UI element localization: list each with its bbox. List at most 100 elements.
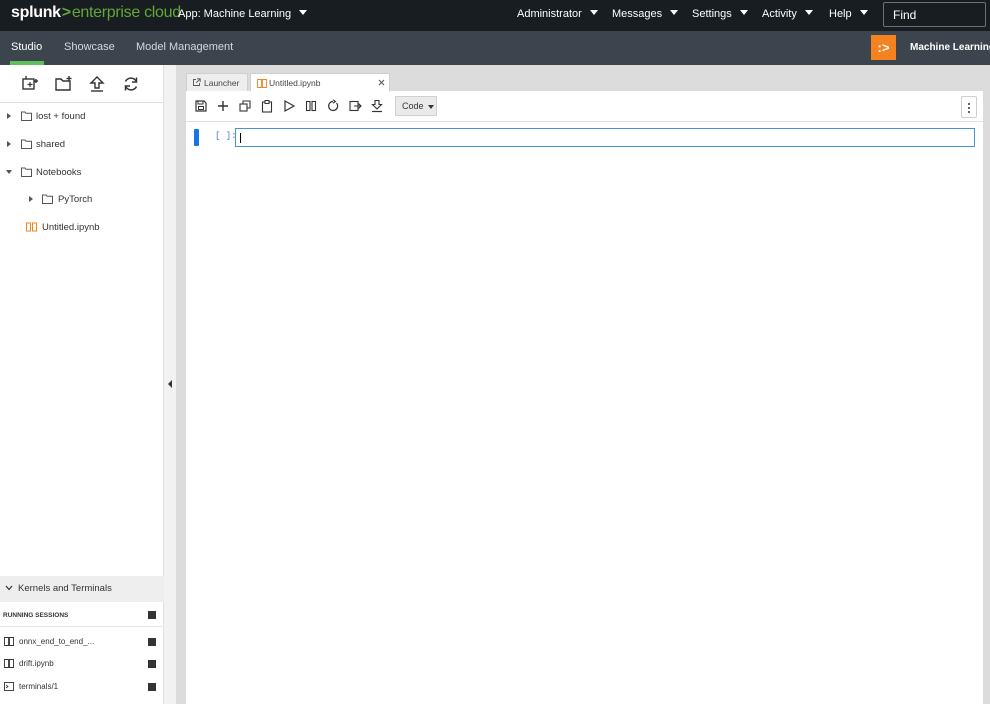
folder-icon (42, 194, 53, 204)
notebook-icon (4, 659, 14, 668)
new-launcher-icon[interactable] (20, 74, 40, 94)
tab-label: Untitled.ipynb (269, 78, 321, 88)
tab-launcher[interactable]: Launcher (186, 73, 248, 91)
interrupt-icon[interactable] (304, 99, 318, 113)
nav-settings-label: Settings (692, 8, 732, 20)
chevron-down-icon[interactable] (6, 170, 12, 174)
tab-untitled-notebook[interactable]: Untitled.ipynb (250, 73, 390, 92)
tree-item-untitled-notebook[interactable]: Untitled.ipynb (0, 218, 164, 238)
chevron-right-icon[interactable] (29, 196, 33, 202)
folder-icon (21, 111, 32, 121)
chevron-down-icon (804, 10, 813, 15)
tree-item-label: Untitled.ipynb (42, 222, 100, 233)
app-bar: Studio Showcase Model Management :> Mach… (0, 31, 990, 65)
tab-studio[interactable]: Studio (11, 41, 42, 53)
refresh-icon[interactable] (121, 74, 141, 94)
brand-part1: splunk (11, 4, 61, 21)
file-browser-panel: lost + found shared Notebooks PyTorch Un… (0, 65, 164, 704)
tree-item-label: shared (36, 139, 66, 150)
collapse-sidebar-icon[interactable] (168, 380, 172, 388)
kebab-dot (968, 111, 970, 113)
nav-activity-label: Activity (762, 8, 797, 20)
chevron-down-icon (670, 10, 679, 15)
chevron-down-icon (299, 10, 308, 15)
session-item[interactable]: terminals/1 (0, 676, 164, 698)
restart-icon[interactable] (326, 99, 340, 113)
session-item[interactable]: onnx_end_to_end_... (0, 631, 164, 653)
chevron-down-icon (428, 105, 434, 109)
kernels-terminals-header[interactable]: Kernels and Terminals (0, 576, 164, 602)
shutdown-all-icon[interactable] (148, 611, 156, 619)
top-navigation-bar: splunk>enterprise cloud App: Machine Lea… (0, 0, 990, 31)
close-icon[interactable] (378, 79, 385, 86)
code-cell-editor[interactable] (235, 128, 975, 147)
notebook-toolbar: Code (186, 91, 983, 122)
copy-icon[interactable] (260, 99, 274, 113)
text-cursor (240, 133, 241, 143)
chevron-down-icon (859, 10, 868, 15)
kernels-terminals-title: Kernels and Terminals (18, 583, 112, 594)
brand-part2: enterprise cloud (71, 4, 181, 21)
app-menu[interactable]: App: Machine Learning (178, 8, 308, 20)
cell-type-label: Code (402, 101, 424, 111)
divider (0, 626, 164, 627)
chevron-right-icon[interactable] (7, 113, 11, 119)
running-sessions-title: RUNNING SESSIONS (3, 612, 69, 619)
active-cell-marker[interactable] (194, 129, 199, 146)
folder-icon (21, 139, 32, 149)
more-options-button[interactable] (961, 96, 977, 118)
tree-item-label: PyTorch (58, 194, 93, 205)
download-icon[interactable] (370, 99, 384, 113)
tree-item-label: lost + found (36, 111, 86, 122)
splunk-logo[interactable]: splunk>enterprise cloud (11, 4, 181, 22)
file-browser-toolbar (0, 65, 164, 103)
sidebar-splitter[interactable] (164, 65, 176, 704)
nav-administrator[interactable]: Administrator (517, 8, 598, 20)
folder-icon (21, 167, 32, 177)
session-label: terminals/1 (19, 682, 59, 691)
session-label: drift.ipynb (19, 659, 54, 668)
kebab-dot (968, 107, 970, 109)
tree-item-label: Notebooks (36, 167, 82, 178)
chevron-down-icon (739, 10, 748, 15)
search-input[interactable] (883, 2, 986, 27)
new-folder-icon[interactable] (54, 74, 74, 94)
brand-separator: > (61, 4, 71, 21)
save-icon[interactable] (194, 99, 208, 113)
nav-messages[interactable]: Messages (612, 8, 679, 20)
chevron-right-icon[interactable] (7, 141, 11, 147)
tree-item-shared[interactable]: shared (0, 135, 164, 155)
terminal-icon (4, 682, 14, 691)
running-sessions-row: RUNNING SESSIONS (0, 604, 164, 626)
cut-icon[interactable] (238, 99, 252, 113)
app-menu-label: App: Machine Learning (178, 8, 292, 20)
document-tab-bar: Launcher Untitled.ipynb (176, 65, 990, 92)
restart-run-all-icon[interactable] (348, 99, 362, 113)
shutdown-session-icon[interactable] (148, 660, 156, 668)
tree-item-pytorch[interactable]: PyTorch (0, 190, 164, 210)
nav-activity[interactable]: Activity (762, 8, 813, 20)
notebook-icon (257, 79, 267, 88)
nav-settings[interactable]: Settings (692, 8, 748, 20)
nav-help[interactable]: Help (829, 8, 868, 20)
launcher-icon (193, 78, 201, 86)
tree-item-lost-found[interactable]: lost + found (0, 107, 164, 127)
run-icon[interactable] (282, 99, 296, 113)
notebook-icon (4, 637, 14, 646)
app-title: Machine Learning (910, 42, 990, 53)
chevron-down-icon (589, 10, 598, 15)
cell-prompt: [ ]: (215, 131, 237, 141)
shutdown-session-icon[interactable] (148, 683, 156, 691)
session-label: onnx_end_to_end_... (19, 637, 95, 646)
session-item[interactable]: drift.ipynb (0, 653, 164, 675)
upload-icon[interactable] (87, 74, 107, 94)
tab-label: Launcher (204, 78, 240, 88)
shutdown-session-icon[interactable] (148, 638, 156, 646)
cell-type-dropdown[interactable]: Code (395, 96, 437, 116)
add-cell-icon[interactable] (216, 99, 230, 113)
tree-item-notebooks[interactable]: Notebooks (0, 163, 164, 183)
chevron-down-icon (5, 585, 13, 591)
machine-learning-logo: :> (871, 35, 896, 60)
tab-showcase[interactable]: Showcase (64, 41, 115, 53)
tab-model-management[interactable]: Model Management (136, 41, 233, 53)
